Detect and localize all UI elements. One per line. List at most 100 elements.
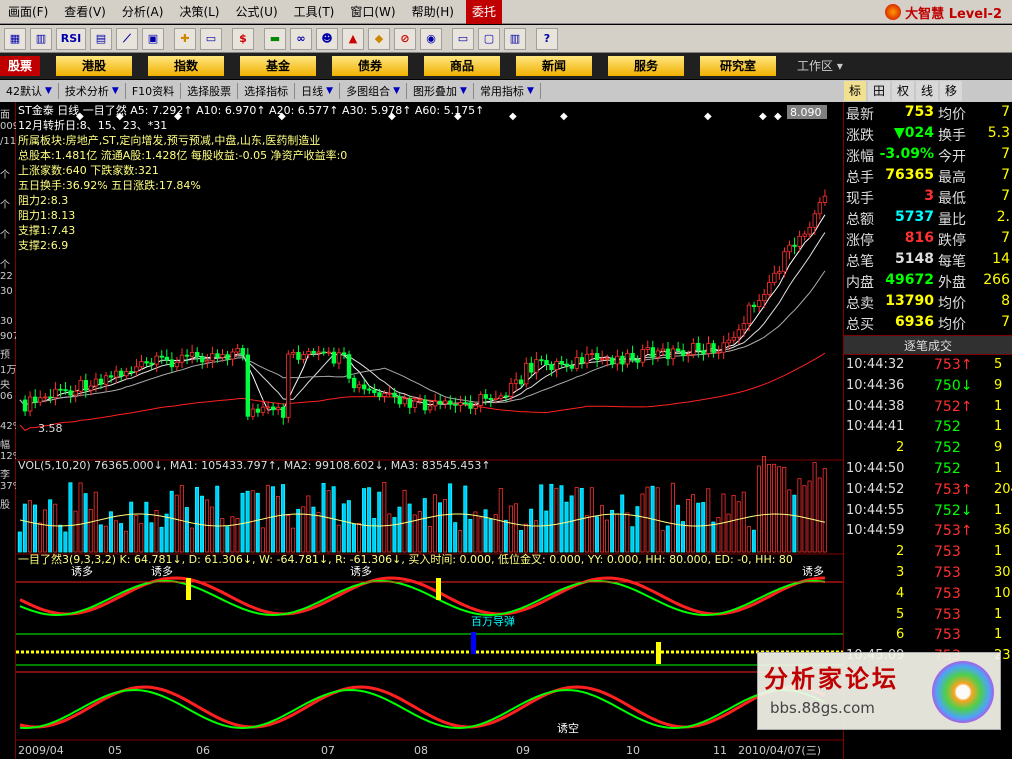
nav-news[interactable]: 新闻 xyxy=(516,56,592,76)
nav-stocks[interactable]: 股票 xyxy=(0,56,40,76)
alert-icon[interactable]: ▲ xyxy=(342,27,364,50)
nav-commodity[interactable]: 商品 xyxy=(424,56,500,76)
nav-fund[interactable]: 基金 xyxy=(240,56,316,76)
menu-trade[interactable]: 委托 xyxy=(465,0,502,24)
nav-index[interactable]: 指数 xyxy=(148,56,224,76)
quote-label: 均价 xyxy=(938,107,966,123)
quote-label: 总卖 xyxy=(846,296,874,312)
candle-body xyxy=(402,398,407,405)
chart-icon[interactable]: ▦ xyxy=(4,27,26,50)
date-axis-label: 10 xyxy=(626,744,640,757)
trade-row[interactable]: 10:44:52 753↑ 204 xyxy=(844,482,1012,503)
trade-row[interactable]: 4 753 10 xyxy=(844,586,1012,607)
sub-overlay[interactable]: 图形叠加 ▼ xyxy=(407,83,474,99)
trade-row[interactable]: 10:44:38 752↑ 1 xyxy=(844,399,1012,420)
trade-row[interactable]: 10:44:55 752↓ 1 xyxy=(844,503,1012,524)
line-chart-icon[interactable]: ⟋ xyxy=(116,27,138,50)
quote-panel: 最新 753 均价 7 涨跌 ▼024 换手 5.3 涨幅 -3.09% 今开 7 总手 76365 最高 7… xyxy=(843,102,1012,335)
forum-watermark: 分析家论坛 bbs.88gs.com xyxy=(757,652,1001,730)
nav-service[interactable]: 服务 xyxy=(608,56,684,76)
tab-move[interactable]: 移 xyxy=(940,81,962,101)
quote-value: 7 xyxy=(1001,146,1010,162)
workarea-button[interactable]: 工作区 ▾ xyxy=(797,57,843,74)
candle-body xyxy=(564,363,569,367)
trade-row[interactable]: 5 753 1 xyxy=(844,607,1012,628)
menu-analysis[interactable]: 分析(A) xyxy=(114,0,172,24)
candle-body xyxy=(513,379,519,384)
trade-row[interactable]: 6 753 1 xyxy=(844,627,1012,648)
volume-bar xyxy=(215,485,220,553)
candle-body xyxy=(306,351,311,355)
chart-annotation: 诱多 xyxy=(350,564,372,578)
quote-label: 每笔 xyxy=(938,254,966,270)
trade-row[interactable]: 10:44:59 753↑ 36 xyxy=(844,523,1012,544)
sub-daily[interactable]: 日线 ▼ xyxy=(295,83,341,99)
tab-line[interactable]: 线 xyxy=(916,81,938,101)
help-cursor-icon[interactable]: ? xyxy=(536,27,558,50)
quote-label: 量比 xyxy=(938,212,966,228)
sub-common[interactable]: 常用指标 ▼ xyxy=(474,83,541,99)
volume-bar xyxy=(240,492,245,553)
quote-value: 7 xyxy=(1001,230,1010,246)
trade-row[interactable]: 10:44:32 753↑ 5 xyxy=(844,357,1012,378)
binoculars-icon[interactable]: ∞ xyxy=(290,27,312,50)
trade-row[interactable]: 10:44:36 750↓ 9 xyxy=(844,378,1012,399)
diamond-icon[interactable]: ◆ xyxy=(368,27,390,50)
kline-chart[interactable]: ◆ ◆ ◆ ◆ ◆ ◆ ◆ ◆ ◆ ◆ ◆ 8.090 诱多 诱多 诱多 诱多百万导弹诱空ST金泰 日线 一… xyxy=(16,102,843,759)
menu-formula[interactable]: 公式(U) xyxy=(228,0,286,24)
ticker-icon[interactable]: ▬ xyxy=(264,27,286,50)
candle-body xyxy=(139,361,144,368)
books-icon[interactable]: ▥ xyxy=(504,27,526,50)
bar-chart-icon[interactable]: ▥ xyxy=(30,27,52,50)
tab-grid[interactable]: 田 xyxy=(868,81,890,101)
trade-row[interactable]: 10:44:41 752 1 xyxy=(844,419,1012,440)
candle-body xyxy=(169,359,175,368)
menu-window[interactable]: 窗口(W) xyxy=(342,0,403,24)
sub-select-indicator[interactable]: 选择指标 xyxy=(238,83,296,99)
window-icon[interactable]: ▢ xyxy=(478,27,500,50)
dollar-button[interactable]: $ xyxy=(232,27,254,50)
nav-research[interactable]: 研究室 xyxy=(700,56,776,76)
tab-standard[interactable]: 标 xyxy=(844,81,866,101)
rsi-button[interactable]: RSI xyxy=(56,27,86,50)
quote-label: 最低 xyxy=(938,191,966,207)
table-icon[interactable]: ▣ xyxy=(142,27,164,50)
date-axis-label: 08 xyxy=(414,744,428,757)
nav-bond[interactable]: 债券 xyxy=(332,56,408,76)
circle-icon[interactable]: ◉ xyxy=(420,27,442,50)
menu-view[interactable]: 查看(V) xyxy=(56,0,114,24)
left-strip-label: 907 xyxy=(0,331,16,342)
menu-screen[interactable]: 画面(F) xyxy=(0,0,56,24)
sub-tech[interactable]: 技术分析 ▼ xyxy=(59,83,126,99)
sub-multi[interactable]: 多图组合 ▼ xyxy=(340,83,408,99)
left-strip-label: 股 xyxy=(0,500,10,511)
trade-row[interactable]: 3 753 30 xyxy=(844,565,1012,586)
sub-f10[interactable]: F10资料 xyxy=(126,83,182,99)
ruler-icon[interactable]: ▭ xyxy=(200,27,222,50)
crosshair-icon[interactable]: ✚ xyxy=(174,27,196,50)
tab-rights[interactable]: 权 xyxy=(892,81,914,101)
candle-body xyxy=(650,347,656,358)
menu-help[interactable]: 帮助(H) xyxy=(404,0,462,24)
grid-icon[interactable]: ▤ xyxy=(90,27,112,50)
sub-select-stock[interactable]: 选择股票 xyxy=(181,83,239,99)
trade-row[interactable]: 2 752 9 xyxy=(844,440,1012,461)
candle-body xyxy=(792,244,797,247)
candle-body xyxy=(326,351,332,354)
print-icon[interactable]: ▭ xyxy=(452,27,474,50)
trade-volume: 30 xyxy=(994,565,1011,580)
volume-bar xyxy=(544,510,549,553)
candle-body xyxy=(443,400,448,405)
nav-hk[interactable]: 港股 xyxy=(56,56,132,76)
date-axis-label: 09 xyxy=(516,744,530,757)
trade-row[interactable]: 2 753 1 xyxy=(844,544,1012,565)
menu-decision[interactable]: 决策(L) xyxy=(171,0,227,24)
trade-row[interactable]: 10:44:50 752 1 xyxy=(844,461,1012,482)
chart-info-line: 阻力1:8.13 xyxy=(18,209,75,222)
menu-tools[interactable]: 工具(T) xyxy=(286,0,343,24)
sub-default[interactable]: 42默认 ▼ xyxy=(0,83,59,99)
left-strip-label: 009 xyxy=(0,121,16,132)
quote-value: 7 xyxy=(1001,104,1010,120)
people-icon[interactable]: ☻ xyxy=(316,27,338,50)
no-entry-icon[interactable]: ⊘ xyxy=(394,27,416,50)
